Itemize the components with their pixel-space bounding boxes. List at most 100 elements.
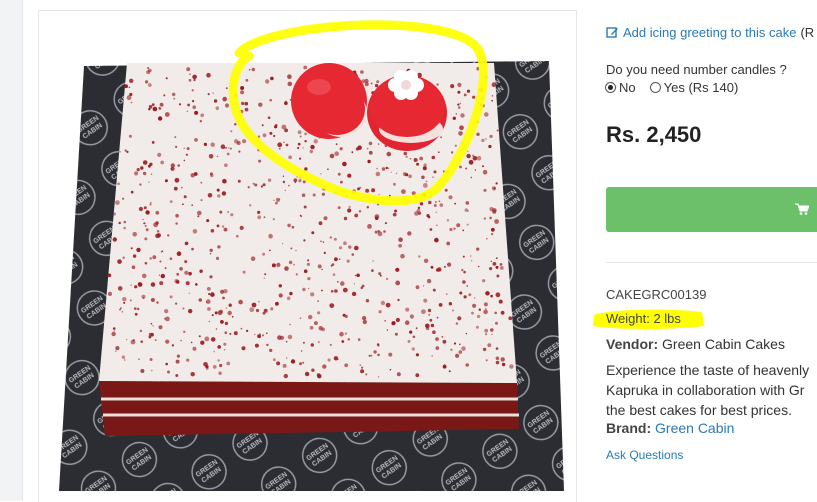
crumb: [145, 210, 150, 215]
crumb: [439, 203, 444, 207]
crumb: [340, 281, 345, 286]
crumb: [219, 363, 223, 368]
add-to-cart-button[interactable]: [606, 187, 817, 232]
crumb: [365, 373, 368, 376]
crumb: [180, 339, 182, 342]
add-icing-greeting-link[interactable]: Add icing greeting to this cake (R: [606, 25, 814, 40]
description-line: Kapruka in collaboration with Gr: [606, 382, 805, 398]
brand-link[interactable]: Green Cabin: [655, 420, 734, 436]
crumb: [446, 241, 451, 246]
crumb: [188, 78, 192, 82]
crumb: [215, 106, 220, 110]
crumb: [431, 155, 436, 160]
crumb: [442, 364, 447, 369]
crumb: [229, 147, 232, 150]
crumb: [404, 320, 410, 326]
crumb: [478, 265, 480, 268]
crumb: [466, 223, 469, 226]
crumb: [343, 241, 347, 245]
crumb: [427, 215, 431, 219]
crumb: [431, 355, 433, 357]
vendor-value: Green Cabin Cakes: [662, 336, 785, 352]
crumb: [496, 129, 499, 132]
crumb: [330, 264, 333, 267]
crumb: [441, 336, 444, 338]
crumb: [217, 245, 221, 249]
crumb: [318, 221, 323, 226]
crumb: [359, 364, 362, 366]
crumb: [117, 182, 120, 186]
crumb: [495, 347, 499, 350]
crumb: [144, 237, 148, 241]
crumb: [160, 160, 165, 165]
crumb: [360, 70, 364, 74]
crumb: [262, 334, 264, 337]
crumb: [450, 84, 455, 89]
crumb: [385, 302, 391, 308]
candles-option-yes[interactable]: Yes (Rs 140): [649, 80, 738, 95]
crumb: [495, 257, 498, 260]
crumb: [213, 350, 215, 353]
crumb: [299, 362, 302, 366]
crumb: [365, 299, 370, 303]
crumb: [187, 103, 191, 107]
crumb: [362, 316, 367, 321]
crumb: [398, 237, 403, 242]
crumb: [356, 273, 360, 278]
crumb: [217, 359, 220, 362]
crumb: [238, 299, 243, 305]
crumb: [408, 174, 412, 179]
crumb: [304, 371, 310, 377]
crumb: [321, 192, 325, 196]
crumb: [491, 99, 493, 102]
crumb: [409, 157, 412, 160]
crumb: [387, 167, 390, 170]
radio-no[interactable]: [605, 82, 616, 93]
crumb: [236, 234, 239, 238]
ask-questions-link[interactable]: Ask Questions: [606, 448, 683, 462]
crumb: [415, 373, 420, 378]
candles-option-no[interactable]: No: [605, 80, 636, 95]
crumb: [317, 374, 322, 379]
crumb: [398, 243, 402, 248]
crumb: [302, 361, 305, 364]
crumb: [165, 339, 170, 344]
crumb: [311, 368, 315, 372]
crumb: [371, 188, 376, 193]
crumb: [312, 193, 316, 197]
crumb: [131, 265, 136, 269]
crumb: [139, 183, 142, 186]
crumb: [184, 270, 189, 275]
crumb: [155, 210, 160, 215]
crumb: [117, 259, 122, 264]
crumb: [173, 186, 178, 191]
crumb: [284, 101, 288, 105]
crumb: [278, 147, 281, 150]
crumb: [378, 272, 382, 276]
crumb: [337, 358, 339, 360]
crumb: [210, 292, 215, 297]
crumb: [222, 96, 227, 102]
crumb: [244, 101, 249, 106]
crumb: [152, 325, 154, 327]
crumb: [418, 255, 421, 258]
crumb: [258, 301, 260, 303]
crumb: [436, 224, 438, 227]
crumb: [338, 258, 341, 260]
crumb: [461, 268, 464, 272]
crumb: [183, 147, 185, 149]
crumb: [327, 358, 331, 362]
crumb: [152, 106, 158, 112]
crumb: [150, 322, 153, 325]
crumb: [472, 95, 476, 99]
product-image-card[interactable]: GREEN CABIN: [38, 10, 577, 502]
crumb: [199, 120, 202, 123]
crumb: [412, 335, 416, 339]
crumb: [221, 191, 227, 196]
left-rail: [0, 0, 23, 501]
crumb: [278, 293, 283, 298]
crumb: [158, 274, 160, 276]
crumb: [389, 368, 392, 371]
radio-yes[interactable]: [649, 82, 661, 93]
crumb: [194, 138, 198, 142]
